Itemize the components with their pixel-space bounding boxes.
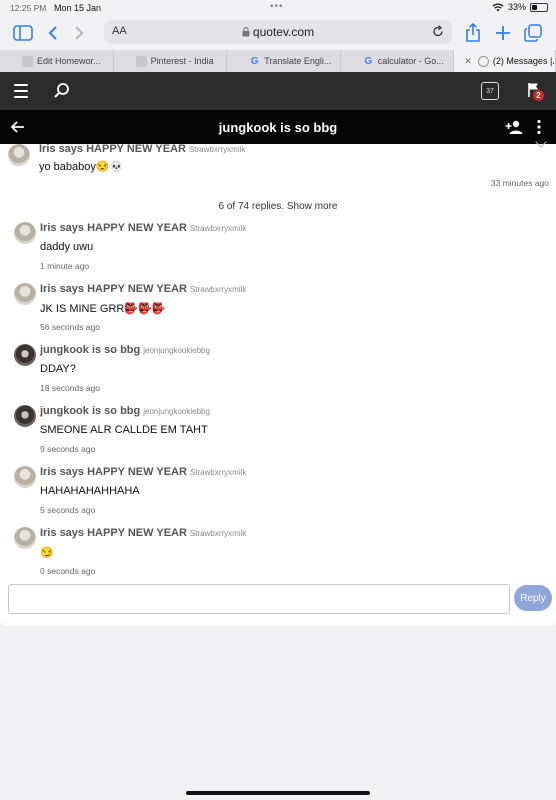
share-icon[interactable] [462, 22, 484, 44]
sidebar-icon[interactable] [12, 22, 34, 44]
comment-text: yo bababoy😒💀 [39, 161, 124, 173]
add-person-icon[interactable] [505, 119, 523, 135]
author-name: Iris says HAPPY NEW YEAR [40, 222, 187, 234]
avatar[interactable] [14, 222, 36, 244]
url-display[interactable]: quotev.com [104, 25, 452, 39]
date: Mon 15 Jan [54, 3, 102, 13]
reply-author[interactable]: Iris says HAPPY NEW YEAR Strawbxrryxmilk [40, 466, 246, 478]
wifi-icon [492, 2, 504, 11]
reply-text: DDAY? [40, 363, 76, 375]
author-name: Iris says HAPPY NEW YEAR [39, 143, 186, 155]
tab-label: calculator - Go... [377, 56, 444, 66]
back-icon[interactable] [42, 22, 64, 44]
tab-label: Pinterest - India [150, 56, 214, 66]
reply-author[interactable]: Iris says HAPPY NEW YEAR Strawbxrryxmilk [40, 283, 246, 295]
reply-time: 9 seconds ago [40, 444, 96, 454]
flag-count-badge: 2 [533, 90, 544, 101]
author-name: jungkook is so bbg [40, 344, 141, 356]
new-tab-icon[interactable] [492, 22, 514, 44]
search-icon[interactable] [53, 82, 71, 100]
reply-text: daddy uwu [40, 241, 94, 253]
reply-time: 5 seconds ago [40, 505, 96, 515]
reply-button[interactable]: Reply [514, 585, 552, 611]
thread-content: Iris says HAPPY NEW YEAR Strawbxrryxmilk … [0, 136, 556, 626]
reply-time: 0 seconds ago [40, 566, 96, 576]
browser-tab[interactable]: G Translate Engli... [227, 50, 341, 72]
site-nav: 37 2 [0, 72, 556, 110]
author-handle: Strawbxrryxmilk [189, 224, 247, 233]
reply-author[interactable]: jungkook is so bbg jeonjungkookiebbg [40, 405, 210, 417]
author-name: jungkook is so bbg [40, 405, 141, 417]
author-handle: Strawbxrryxmilk [189, 285, 247, 294]
home-indicator[interactable] [186, 791, 370, 795]
more-vert-icon[interactable] [536, 119, 542, 135]
forward-icon[interactable] [68, 22, 90, 44]
comment-time: 33 minutes ago [490, 178, 549, 188]
reply-text: HAHAHAHAHHAHA [40, 485, 140, 497]
menu-icon[interactable] [14, 84, 28, 102]
reply-time: 1 minute ago [40, 261, 90, 271]
loading-icon [477, 55, 489, 67]
status-right: 33% [492, 2, 548, 12]
thread-header: jungkook is so bbg [0, 110, 556, 144]
browser-tab[interactable]: ✕ (2) Messages |... [454, 50, 556, 72]
tab-label: Edit Homewor... [37, 56, 101, 66]
avatar[interactable] [14, 344, 36, 366]
battery-fill [532, 4, 538, 10]
google-icon: G [250, 55, 259, 67]
multitasking-dots[interactable]: ••• [270, 1, 284, 12]
avatar[interactable] [8, 144, 30, 166]
browser-tabs: Edit Homewor... Pinterest - India G Transla… [0, 50, 556, 72]
browser-tab[interactable]: Edit Homewor... [0, 50, 114, 72]
tab-label: Translate Engli... [264, 56, 332, 66]
url-text: quotev.com [252, 25, 315, 39]
browser-tab[interactable]: Pinterest - India [114, 50, 228, 72]
clock: 12:25 PM [10, 3, 47, 13]
author-handle: Strawbxrryxmilk [188, 145, 246, 154]
lock-icon [242, 27, 250, 37]
google-icon: G [364, 55, 373, 67]
battery-percent: 33% [507, 2, 526, 12]
reply-text: 😏 [40, 547, 54, 559]
author-name: Iris says HAPPY NEW YEAR [40, 527, 187, 539]
reply-author[interactable]: jungkook is so bbg jeonjungkookiebbg [40, 344, 210, 356]
reply-time: 18 seconds ago [40, 383, 101, 393]
reply-time: 56 seconds ago [40, 322, 101, 332]
reply-text: JK IS MINE GRR👺👺👺 [40, 303, 166, 315]
author-handle: jeonjungkookiebbg [143, 407, 210, 416]
avatar[interactable] [14, 405, 36, 427]
close-icon[interactable]: ✕ [464, 56, 472, 67]
browser-toolbar: AA quotev.com [0, 16, 556, 50]
author-name: Iris says HAPPY NEW YEAR [40, 466, 187, 478]
reload-icon[interactable] [432, 25, 444, 38]
page-icon [135, 55, 147, 67]
tab-overview-icon[interactable] [522, 22, 544, 44]
reply-author[interactable]: Iris says HAPPY NEW YEAR Strawbxrryxmilk [40, 222, 246, 234]
battery-icon [530, 2, 548, 12]
show-more-link[interactable]: 6 of 74 replies. Show more [0, 201, 556, 212]
reply-text: SMEONE ALR CALLDE EM TAHT [40, 424, 208, 436]
reply-composer: Reply [8, 584, 554, 614]
avatar[interactable] [14, 283, 36, 305]
tab-label: (2) Messages |... [492, 56, 556, 66]
avatar[interactable] [14, 466, 36, 488]
address-bar[interactable]: AA quotev.com [104, 20, 452, 44]
author-handle: Strawbxrryxmilk [189, 529, 247, 538]
author-handle: jeonjungkookiebbg [143, 346, 210, 355]
notifications-badge[interactable]: 37 [481, 82, 499, 100]
status-bar: 12:25 PM Mon 15 Jan ••• 33% [0, 0, 556, 16]
avatar[interactable] [14, 527, 36, 549]
author-handle: Strawbxrryxmilk [189, 468, 247, 477]
reply-author[interactable]: Iris says HAPPY NEW YEAR Strawbxrryxmilk [40, 527, 246, 539]
page-icon [22, 55, 33, 67]
thread-title: jungkook is so bbg [218, 120, 338, 135]
comment-author[interactable]: Iris says HAPPY NEW YEAR Strawbxrryxmilk [39, 143, 245, 155]
author-name: Iris says HAPPY NEW YEAR [40, 283, 187, 295]
browser-tab[interactable]: Gcalculator - Go... [341, 50, 455, 72]
reply-input[interactable] [8, 584, 510, 614]
